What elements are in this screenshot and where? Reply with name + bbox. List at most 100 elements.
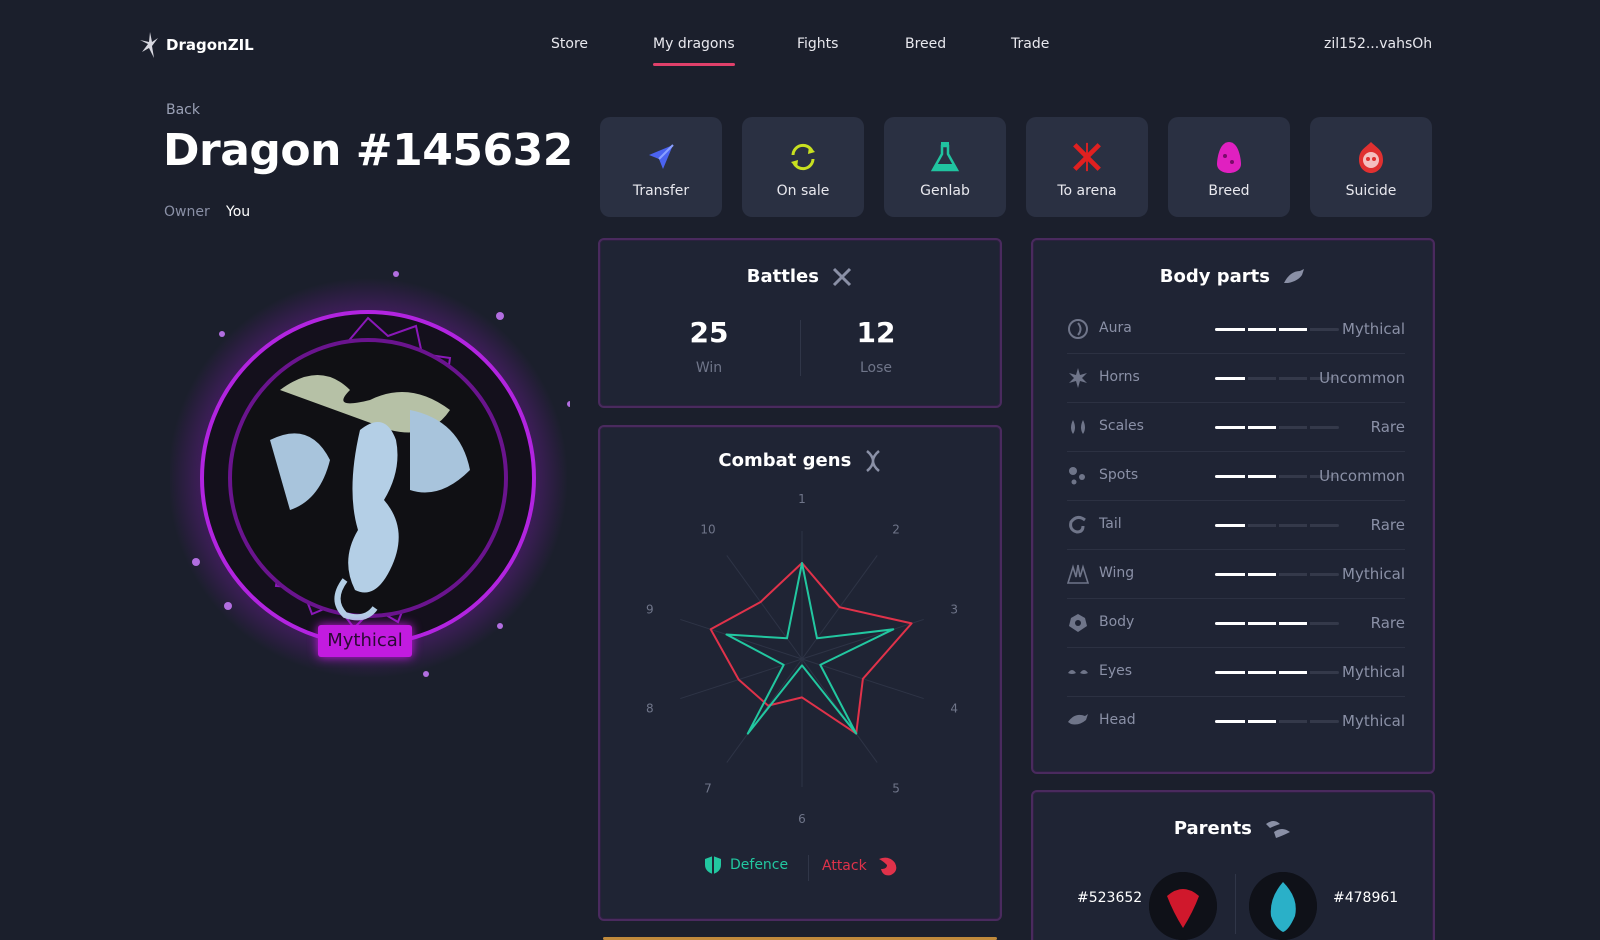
head-icon: [1068, 714, 1088, 725]
body-part-row-spots: Spots Uncommon: [1067, 451, 1405, 501]
breed-button[interactable]: Breed: [1168, 117, 1290, 217]
bar-segment-gap: [1245, 671, 1248, 674]
scales-icon: [1071, 420, 1085, 434]
radar-axis-label: 6: [798, 812, 806, 826]
to-arena-button[interactable]: To arena: [1026, 117, 1148, 217]
radar-axis-label: 8: [646, 701, 654, 715]
body-part-row-head: Head Mythical: [1067, 696, 1405, 746]
divider: [1235, 874, 1236, 934]
body-part-level-bar: [1215, 671, 1339, 674]
losses-label: Lose: [859, 360, 893, 376]
body-part-name: Spots: [1099, 467, 1139, 483]
bar-segment-gap: [1245, 377, 1248, 380]
radar-axis-label: 7: [704, 781, 712, 795]
suicide-button[interactable]: Suicide: [1310, 117, 1432, 217]
owner-label: Owner: [164, 204, 210, 220]
body-part-row-body: Body Rare: [1067, 598, 1405, 648]
radar-axis-label: 2: [892, 523, 900, 537]
body-part-row-horns: Horns Uncommon: [1067, 353, 1405, 403]
nav-item-breed[interactable]: Breed: [905, 36, 946, 52]
bar-segment-gap: [1307, 475, 1310, 478]
bar-segment-gap: [1276, 622, 1279, 625]
body-part-level-bar: [1215, 622, 1339, 625]
parent-left-id[interactable]: #523652: [1077, 890, 1142, 906]
tail-icon: [1069, 515, 1086, 534]
wins-label: Win: [695, 360, 723, 376]
on-sale-label: On sale: [776, 183, 830, 199]
bar-segment-gap: [1307, 524, 1310, 527]
bar-segment-gap: [1307, 377, 1310, 380]
logo[interactable]: DragonZIL: [138, 30, 254, 60]
divider: [800, 320, 801, 376]
radar-series-attack: [709, 562, 913, 735]
nav-item-my-dragons[interactable]: My dragons: [653, 36, 735, 66]
parents-title-text: Parents: [1173, 818, 1252, 839]
body-parts-title: Body parts: [1033, 266, 1433, 287]
parent-right-avatar[interactable]: [1249, 872, 1317, 940]
bar-segment-gap: [1307, 671, 1310, 674]
legend-attack-label: Attack: [822, 858, 867, 874]
radar-axis-label: 10: [700, 523, 715, 537]
parent-right-id[interactable]: #478961: [1333, 890, 1398, 906]
parent-left-avatar[interactable]: [1149, 872, 1217, 940]
nav-item-trade[interactable]: Trade: [1011, 36, 1049, 52]
app-name: DragonZIL: [166, 36, 254, 54]
bar-segment-gap: [1245, 524, 1248, 527]
nav-item-fights[interactable]: Fights: [797, 36, 838, 52]
crossed-swords-icon: [1071, 141, 1103, 173]
eyes-icon: [1068, 670, 1088, 674]
radar-axis-label: 3: [950, 603, 958, 617]
skull-flame-icon: [1355, 141, 1387, 173]
bar-segment-gap: [1245, 328, 1248, 331]
suicide-label: Suicide: [1345, 183, 1397, 199]
bar-segment-gap: [1245, 622, 1248, 625]
body-icon: [1069, 614, 1087, 632]
bar-segment-gap: [1276, 377, 1279, 380]
body-part-name: Tail: [1099, 516, 1122, 532]
wallet-address[interactable]: zil152...vahsOh: [1324, 36, 1432, 52]
body-part-level-bar: [1215, 524, 1339, 527]
on-sale-button[interactable]: On sale: [742, 117, 864, 217]
bar-segment-gap: [1245, 573, 1248, 576]
body-part-row-tail: Tail Rare: [1067, 500, 1405, 550]
body-part-level-fill: [1215, 524, 1246, 527]
back-link[interactable]: Back: [166, 102, 200, 118]
page-title: Dragon #145632: [163, 125, 573, 176]
dragon-head-icon: [1284, 269, 1305, 283]
body-part-level-fill: [1215, 622, 1308, 625]
body-part-rarity: Rare: [1370, 614, 1405, 632]
body-part-rarity: Mythical: [1342, 663, 1405, 681]
bar-segment-gap: [1307, 720, 1310, 723]
breed-label: Breed: [1208, 183, 1250, 199]
transfer-button[interactable]: Transfer: [600, 117, 722, 217]
parents-card: Parents #523652 #478961: [1031, 790, 1435, 940]
nav-item-store[interactable]: Store: [551, 36, 588, 52]
bar-segment-gap: [1307, 426, 1310, 429]
body-part-level-bar: [1215, 328, 1339, 331]
body-part-level-bar: [1215, 573, 1339, 576]
bar-segment-gap: [1276, 524, 1279, 527]
crossed-swords-icon: [833, 267, 852, 287]
bar-segment-gap: [1276, 573, 1279, 576]
wins-value: 25: [689, 316, 729, 349]
body-part-level-fill: [1215, 671, 1308, 674]
body-part-level-bar: [1215, 720, 1339, 723]
flask-icon: [929, 141, 961, 173]
legend-defence: Defence: [704, 855, 788, 875]
parents-title: Parents: [1033, 818, 1433, 840]
transfer-label: Transfer: [632, 183, 690, 199]
body-part-level-bar: [1215, 426, 1339, 429]
bar-segment-gap: [1307, 622, 1310, 625]
aura-icon: [1068, 319, 1088, 339]
dragon-logo-icon: [140, 32, 158, 58]
to-arena-label: To arena: [1057, 183, 1117, 199]
body-part-rarity: Mythical: [1342, 565, 1405, 583]
body-part-rarity: Rare: [1370, 516, 1405, 534]
body-part-rarity: Uncommon: [1319, 369, 1405, 387]
bar-segment-gap: [1276, 328, 1279, 331]
body-part-rarity: Mythical: [1342, 320, 1405, 338]
body-part-name: Wing: [1099, 565, 1135, 581]
bar-segment-gap: [1276, 426, 1279, 429]
genlab-button[interactable]: Genlab: [884, 117, 1006, 217]
body-part-name: Head: [1099, 712, 1136, 728]
